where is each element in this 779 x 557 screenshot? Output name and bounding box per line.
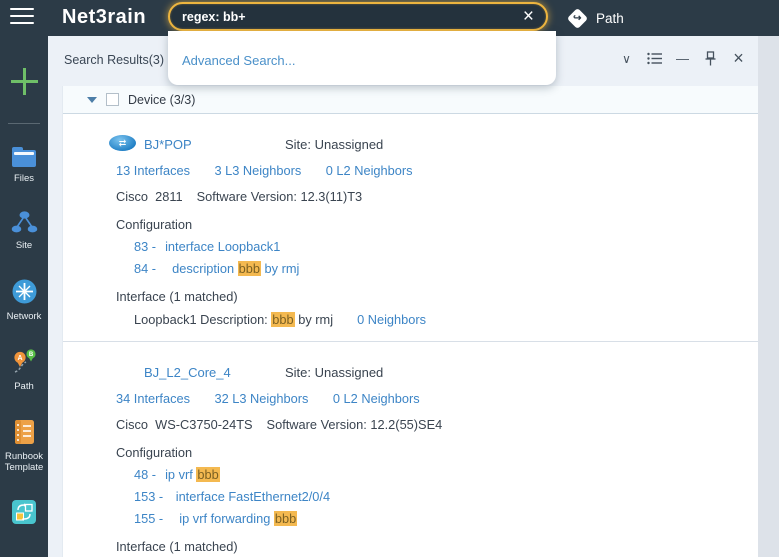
left-sidebar: Files Site Network (0, 36, 48, 557)
software-version: Software Version: 12.3(11)T3 (197, 189, 363, 204)
config-match-line[interactable]: 84 - description bbb by rmj (134, 261, 758, 276)
svg-text:A: A (17, 355, 22, 362)
software-version: Software Version: 12.2(55)SE4 (267, 417, 443, 432)
vendor-model: Cisco 2811 (116, 189, 183, 204)
interface-matched-title: Interface (1 matched) (116, 289, 758, 304)
neighbors-link[interactable]: 0 Neighbors (357, 312, 426, 327)
chevron-down-icon[interactable]: ∨ (619, 51, 634, 66)
search-results-panel: Search Results(3) ∨ — × Device (3/3) (48, 36, 758, 557)
device-model-row: Cisco WS-C3750-24TS Software Version: 12.… (116, 417, 758, 432)
device-group-checkbox[interactable] (106, 93, 119, 106)
netbrain-logo: Net3rain (62, 6, 146, 29)
path-pins-icon: A B (11, 348, 38, 375)
list-view-icon[interactable] (647, 51, 662, 66)
device-result-card: BJ_L2_Core_4 Site: Unassigned 34 Interfa… (63, 342, 758, 557)
sidebar-item-network[interactable]: Network (0, 278, 48, 322)
network-globe-icon (11, 278, 38, 305)
device-name-link[interactable]: BJ_L2_Core_4 (144, 365, 231, 380)
search-highlight: bbb (238, 261, 261, 276)
site-tree-icon (11, 210, 38, 234)
results-list: Device (3/3) ⇄ BJ*POP Site: Unassigned 1… (62, 86, 758, 557)
search-highlight: bbb (196, 467, 219, 482)
global-search-input[interactable]: regex: bb+ × (168, 2, 548, 31)
search-clear-icon[interactable]: × (523, 7, 534, 26)
search-value[interactable]: regex: bb+ (182, 10, 523, 24)
search-highlight: bbb (271, 312, 294, 327)
minimize-icon[interactable]: — (675, 51, 690, 66)
search-highlight: bbb (274, 511, 297, 526)
topbar-path-button[interactable]: ↪ Path (570, 0, 624, 36)
path-diamond-icon: ↪ (567, 7, 588, 28)
sidebar-item-runbook-template[interactable]: Runbook Template (0, 419, 48, 474)
hamburger-menu-icon[interactable] (10, 8, 34, 27)
sidebar-item-site[interactable]: Site (0, 210, 48, 251)
l3-neighbors-link[interactable]: 32 L3 Neighbors (214, 391, 308, 406)
panel-window-controls: ∨ — × (619, 51, 746, 66)
device-site: Site: Unassigned (285, 137, 383, 152)
configuration-title: Configuration (116, 217, 758, 232)
device-result-card: ⇄ BJ*POP Site: Unassigned 13 Interfaces … (63, 114, 758, 342)
router-icon: ⇄ (109, 135, 136, 151)
interface-matched-title: Interface (1 matched) (116, 539, 758, 554)
l2-neighbors-link[interactable]: 0 L2 Neighbors (333, 391, 420, 406)
sidebar-item-workflow[interactable] (0, 499, 48, 525)
device-group-row[interactable]: Device (3/3) (63, 86, 758, 114)
collapse-triangle-icon[interactable] (87, 97, 97, 103)
device-site: Site: Unassigned (285, 365, 383, 380)
path-label: Path (596, 11, 624, 26)
interfaces-link[interactable]: 34 Interfaces (116, 391, 190, 406)
device-group-label: Device (3/3) (128, 93, 195, 107)
swap-squares-icon (11, 499, 37, 525)
close-icon[interactable]: × (731, 51, 746, 66)
interfaces-link[interactable]: 13 Interfaces (116, 163, 190, 178)
sidebar-item-files[interactable]: Files (0, 150, 48, 184)
panel-title: Search Results(3) (64, 53, 164, 67)
config-match-line[interactable]: 83 -interface Loopback1 (134, 239, 758, 254)
runbook-notebook-icon (12, 419, 36, 445)
folder-icon (12, 150, 36, 167)
sidebar-item-path[interactable]: A B Path (0, 348, 48, 392)
config-match-line[interactable]: 155 - ip vrf forwarding bbb (134, 511, 758, 526)
config-match-line[interactable]: 48 -ip vrf bbb (134, 467, 758, 482)
add-new-button[interactable] (11, 68, 38, 95)
vendor-model: Cisco WS-C3750-24TS (116, 417, 253, 432)
svg-text:B: B (28, 352, 33, 358)
config-match-line[interactable]: 153 - interface FastEthernet2/0/4 (134, 489, 758, 504)
interface-match-line: Loopback1 Description: bbb by rmj0 Neigh… (134, 312, 758, 327)
advanced-search-link[interactable]: Advanced Search... (182, 53, 295, 68)
l3-neighbors-link[interactable]: 3 L3 Neighbors (214, 163, 301, 178)
search-dropdown: Advanced Search... (168, 31, 556, 85)
device-name-link[interactable]: BJ*POP (144, 137, 192, 152)
configuration-title: Configuration (116, 445, 758, 460)
vertical-scrollbar[interactable] (758, 36, 779, 557)
sidebar-divider (8, 123, 40, 124)
device-model-row: Cisco 2811 Software Version: 12.3(11)T3 (116, 189, 758, 204)
pin-icon[interactable] (703, 51, 718, 66)
l2-neighbors-link[interactable]: 0 L2 Neighbors (326, 163, 413, 178)
